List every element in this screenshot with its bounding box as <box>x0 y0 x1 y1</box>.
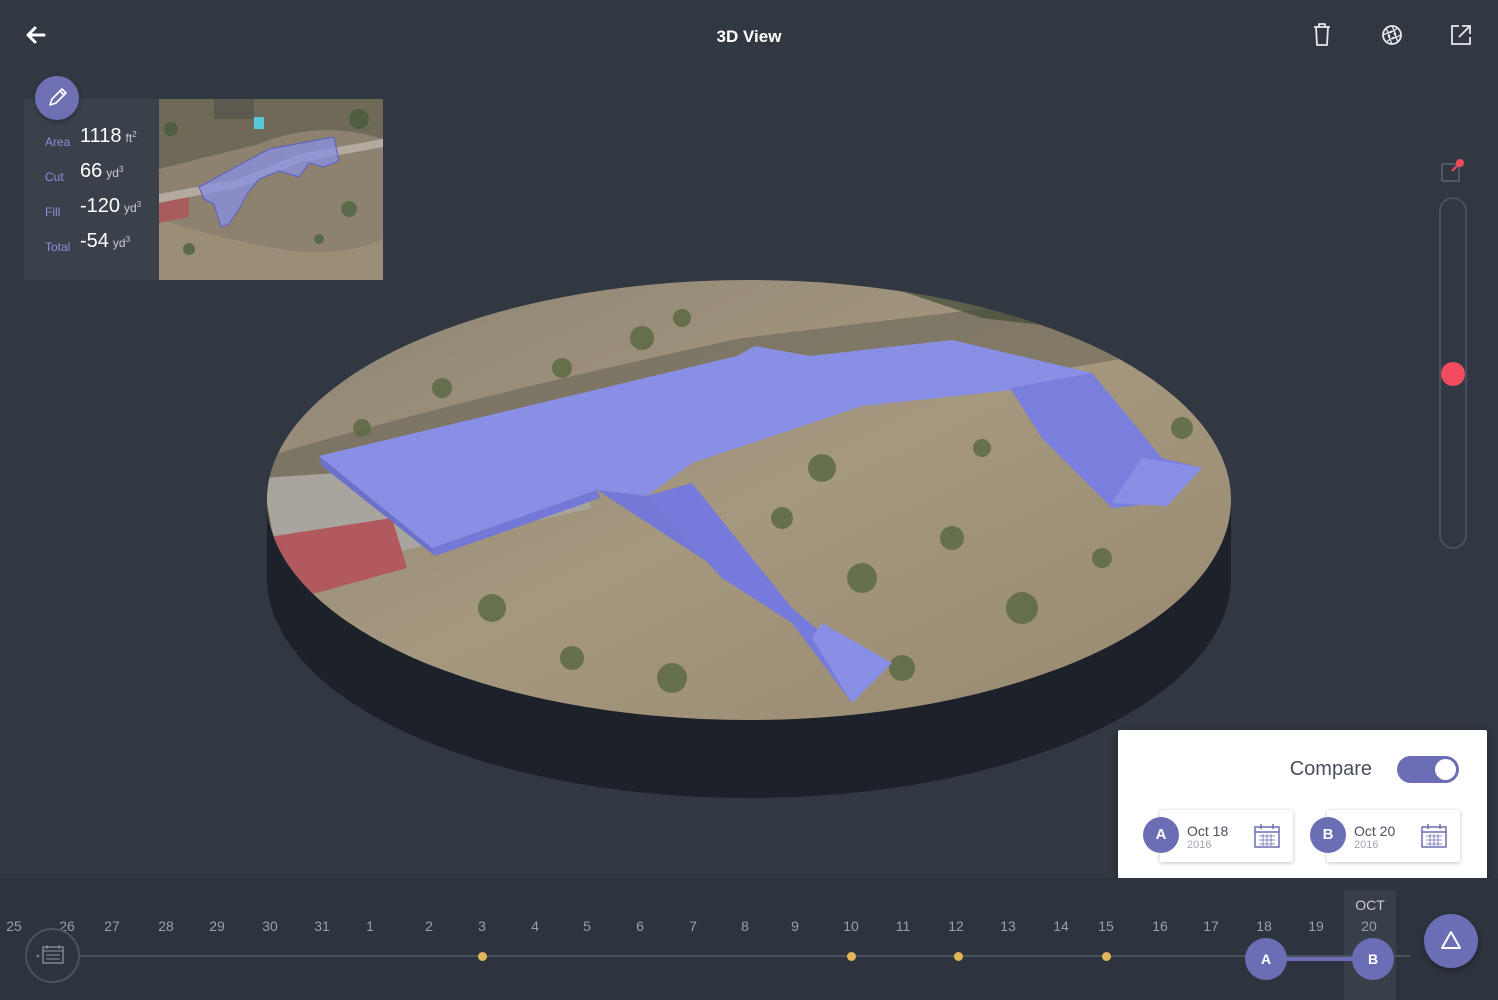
timeline: OCT 25 26 27 28 29 30 31 1 2 3 4 5 6 7 8… <box>0 878 1498 1000</box>
timeline-day[interactable]: 28 <box>148 918 184 934</box>
measurement-value: 1118 <box>80 125 122 147</box>
date-b-year: 2016 <box>1354 839 1379 851</box>
measurement-row-total: Total -54 yd3 <box>24 230 160 260</box>
timeline-day[interactable]: 15 <box>1088 918 1124 934</box>
timeline-day[interactable]: 30 <box>252 918 288 934</box>
measurement-label: Total <box>45 240 71 254</box>
measurement-value: 66 <box>80 160 103 182</box>
calendar-icon <box>1421 824 1447 848</box>
calendar-icon <box>1254 824 1280 848</box>
delete-button[interactable] <box>1305 18 1339 52</box>
measurement-label: Area <box>45 135 71 149</box>
timeline-day[interactable]: 10 <box>833 918 869 934</box>
unit-power: 3 <box>125 235 131 244</box>
measurement-value: -120 <box>80 195 121 217</box>
calendar-icon <box>35 945 64 964</box>
measurement-row-area: Area 1118 ft2 <box>24 125 160 155</box>
measurement-card: Area 1118 ft2 Cut 66 yd3 Fill -120 yd3 Tota… <box>24 76 383 280</box>
timeline-day[interactable]: 19 <box>1298 918 1334 934</box>
date-picker-b[interactable]: Oct 20 2016 <box>1327 810 1460 862</box>
aperture-icon <box>1382 25 1402 45</box>
timeline-day[interactable]: 29 <box>199 918 235 934</box>
timeline-day[interactable]: 11 <box>885 918 921 934</box>
timeline-day[interactable]: 1 <box>352 918 388 934</box>
aerial-map-thumbnail <box>159 99 383 280</box>
volume-tool-button[interactable] <box>1424 914 1478 968</box>
timeline-marker-a[interactable]: A <box>1245 938 1287 980</box>
compare-panel: Compare Oct 18 2016 A Oct 20 2016 B <box>1118 730 1487 888</box>
page-title: 3D View <box>716 27 782 46</box>
elevation-pin-button[interactable] <box>1438 155 1468 185</box>
capture-dot[interactable] <box>954 952 963 961</box>
measurement-label: Cut <box>45 170 64 184</box>
compare-label: Compare <box>1289 758 1372 780</box>
triangle-icon <box>1441 931 1461 949</box>
export-icon <box>1451 25 1471 45</box>
timeline-day[interactable]: 13 <box>990 918 1026 934</box>
compare-toggle[interactable] <box>1397 756 1459 783</box>
measurement-row-cut: Cut 66 yd3 <box>24 160 160 190</box>
timeline-day[interactable]: 17 <box>1193 918 1229 934</box>
timeline-day[interactable]: 2 <box>411 918 447 934</box>
timeline-day[interactable]: 5 <box>569 918 605 934</box>
toggle-knob <box>1435 759 1456 780</box>
timeline-day[interactable]: 7 <box>675 918 711 934</box>
unit-power: 3 <box>118 165 124 174</box>
3d-terrain-view[interactable] <box>262 278 1237 803</box>
measurement-panel: Area 1118 ft2 Cut 66 yd3 Fill -120 yd3 Tota… <box>24 99 160 280</box>
date-a-label: Oct 18 <box>1187 823 1229 839</box>
top-bar: 3D View <box>0 0 1498 76</box>
capture-dot[interactable] <box>847 952 856 961</box>
capture-button[interactable] <box>1375 18 1409 52</box>
export-button[interactable] <box>1444 18 1478 52</box>
timeline-day[interactable]: 3 <box>464 918 500 934</box>
elevation-slider-thumb[interactable] <box>1441 362 1465 386</box>
capture-dot[interactable] <box>478 952 487 961</box>
unit-power: 3 <box>136 200 142 209</box>
edit-measurement-button[interactable] <box>35 76 79 120</box>
timeline-marker-b[interactable]: B <box>1352 938 1394 980</box>
measurement-row-fill: Fill -120 yd3 <box>24 195 160 225</box>
date-b-badge: B <box>1310 817 1346 853</box>
pencil-icon <box>49 88 67 106</box>
unit-power: 2 <box>132 130 137 139</box>
timeline-track <box>80 955 1410 957</box>
date-b-label: Oct 20 <box>1354 823 1396 839</box>
timeline-day[interactable]: 31 <box>304 918 340 934</box>
aerial-thumbnail[interactable] <box>159 99 383 280</box>
date-picker-a[interactable]: Oct 18 2016 <box>1160 810 1293 862</box>
timeline-day[interactable]: 6 <box>622 918 658 934</box>
timeline-day[interactable]: 14 <box>1043 918 1079 934</box>
timeline-day[interactable]: 9 <box>777 918 813 934</box>
date-a-badge: A <box>1143 817 1179 853</box>
timeline-day[interactable]: 4 <box>517 918 553 934</box>
timeline-day[interactable]: 27 <box>94 918 130 934</box>
measurement-unit: yd <box>106 166 119 180</box>
date-a-year: 2016 <box>1187 839 1212 851</box>
timeline-day[interactable]: 12 <box>938 918 974 934</box>
timeline-day[interactable]: 8 <box>727 918 763 934</box>
timeline-calendar-button[interactable] <box>25 928 80 983</box>
timeline-day[interactable]: 18 <box>1246 918 1282 934</box>
timeline-month: OCT <box>1355 897 1385 913</box>
measurement-label: Fill <box>45 205 61 219</box>
measurement-unit: yd <box>112 236 126 250</box>
capture-dot[interactable] <box>1102 952 1111 961</box>
trash-icon <box>1314 23 1330 46</box>
timeline-day[interactable]: 16 <box>1142 918 1178 934</box>
pin-marker-icon <box>1441 159 1464 182</box>
timeline-day[interactable]: 20 <box>1351 918 1387 934</box>
measurement-value: -54 <box>80 230 109 252</box>
measurement-unit: yd <box>124 201 137 215</box>
